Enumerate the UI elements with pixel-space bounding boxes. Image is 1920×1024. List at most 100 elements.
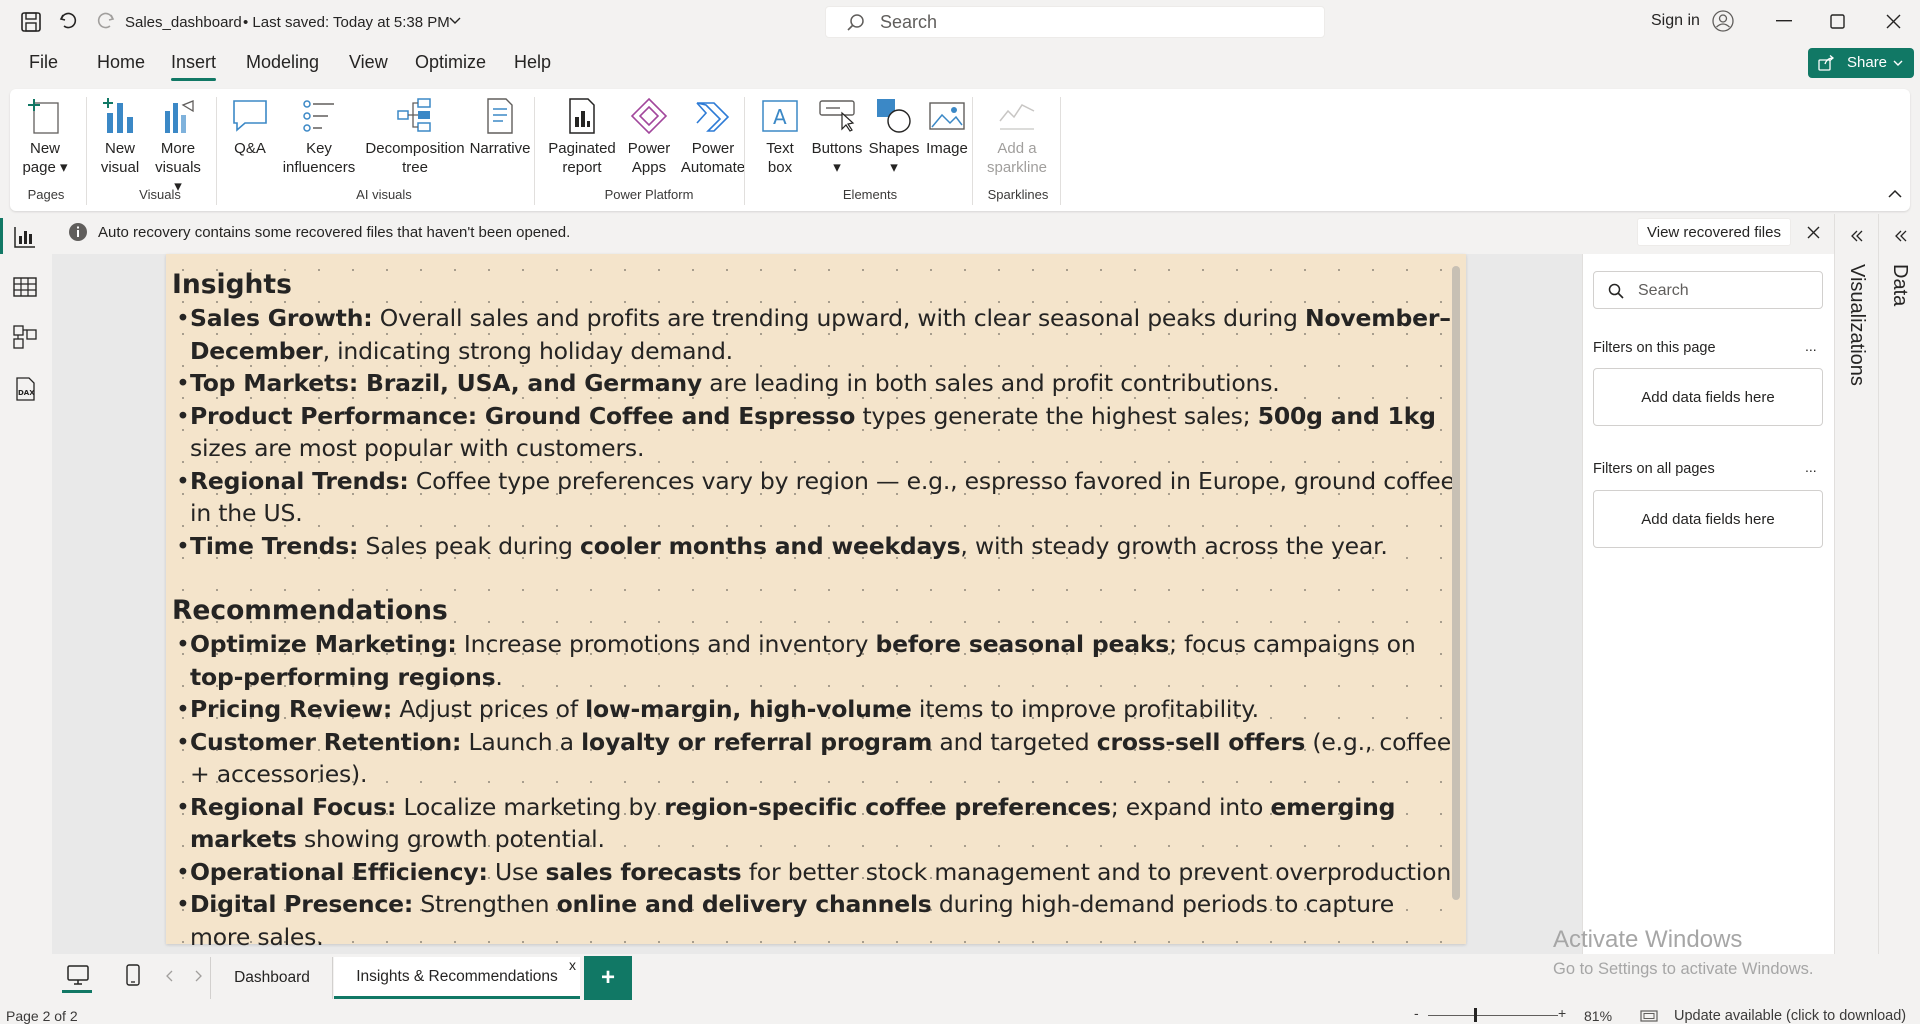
zoom-slider[interactable] [1428, 1015, 1558, 1016]
text-box-label-2: box [767, 159, 793, 176]
decomposition-tree-icon [397, 98, 431, 132]
recommendations-heading: Recommendations [172, 595, 448, 626]
paginated-report-label-2: report [562, 159, 602, 176]
tab-insert[interactable]: Insert [171, 52, 217, 81]
paginated-report-button[interactable]: Paginated report [544, 97, 620, 177]
text-box-button[interactable]: A Text box [758, 97, 802, 177]
sign-in-link[interactable]: Sign in [1651, 12, 1700, 30]
text-box-scrollbar[interactable] [1452, 266, 1460, 900]
list-item: Regional Focus: Localize marketing by re… [172, 791, 1460, 856]
expand-chevron-icon[interactable] [1895, 230, 1907, 242]
filters-search-input[interactable]: Search [1593, 271, 1823, 309]
narrative-button[interactable]: Narrative [460, 97, 540, 158]
share-icon [1818, 55, 1835, 71]
tab-divider [210, 957, 211, 999]
power-apps-button[interactable]: Power Apps [622, 97, 676, 177]
maximize-icon[interactable] [1830, 14, 1845, 29]
power-automate-icon [696, 102, 730, 132]
data-tab[interactable]: Data [1888, 264, 1911, 306]
page-tab-dashboard[interactable]: Dashboard [212, 957, 332, 999]
svg-text:A: A [773, 105, 787, 129]
tab-home[interactable]: Home [97, 52, 145, 73]
search-icon [1608, 283, 1624, 299]
close-icon[interactable] [1886, 14, 1901, 29]
collapse-ribbon-icon[interactable] [1888, 189, 1902, 199]
table-view-icon[interactable] [12, 274, 38, 300]
key-influencers-label-1: Key [306, 140, 332, 157]
save-icon[interactable] [20, 11, 42, 33]
update-available-link[interactable]: Update available (click to download) [1674, 1008, 1906, 1024]
desktop-layout-icon[interactable] [66, 964, 90, 986]
search-box[interactable]: Search [825, 6, 1325, 38]
shapes-button[interactable]: Shapes ▾ [866, 97, 922, 177]
model-view-icon[interactable] [12, 324, 38, 350]
qa-button[interactable]: Q&A [228, 97, 272, 158]
image-button[interactable]: Image [922, 97, 972, 158]
key-influencers-button[interactable]: Key influencers [278, 97, 360, 177]
search-placeholder: Search [880, 12, 938, 32]
buttons-icon [819, 100, 855, 132]
more-options-icon[interactable]: ... [1805, 338, 1817, 354]
power-automate-button[interactable]: Power Automate [676, 97, 750, 177]
new-page-button[interactable]: New page ▾ [20, 97, 70, 177]
more-visuals-button[interactable]: More visuals ▾ [150, 97, 206, 196]
data-pane-collapsed[interactable]: Data [1878, 214, 1920, 954]
qa-label: Q&A [234, 140, 266, 157]
decomposition-tree-button[interactable]: Decomposition tree [362, 97, 468, 177]
insights-content: Insights Sales Growth: Overall sales and… [172, 268, 1460, 953]
ribbon-separator [972, 97, 973, 205]
report-view-icon[interactable] [12, 224, 38, 250]
auto-recovery-notification: Auto recovery contains some recovered fi… [52, 218, 1872, 248]
add-sparkline-button[interactable]: Add a sparkline [984, 97, 1050, 177]
add-page-button[interactable]: + [584, 956, 632, 1000]
file-name[interactable]: Sales_dashboard [125, 14, 242, 31]
next-page-icon[interactable] [194, 970, 202, 982]
visualizations-pane-collapsed[interactable]: Visualizations [1834, 214, 1878, 954]
filters-this-page-dropzone[interactable]: Add data fields here [1593, 368, 1823, 426]
close-notification-icon[interactable] [1807, 226, 1820, 239]
user-avatar-icon[interactable] [1712, 10, 1734, 32]
previous-page-icon[interactable] [166, 970, 174, 982]
new-visual-button[interactable]: New visual [96, 97, 144, 177]
close-tab-icon[interactable]: x [569, 957, 576, 973]
zoom-in-button[interactable]: + [1558, 1005, 1566, 1021]
page-tab-insights[interactable]: Insights & Recommendations [334, 957, 580, 999]
chevron-down-icon[interactable] [449, 17, 461, 25]
share-button[interactable]: Share [1808, 48, 1914, 78]
more-options-icon[interactable]: ... [1805, 459, 1817, 475]
tab-view[interactable]: View [349, 52, 388, 73]
fit-to-page-icon[interactable] [1640, 1010, 1658, 1022]
tab-optimize[interactable]: Optimize [415, 52, 486, 73]
view-recovered-files-button[interactable]: View recovered files [1637, 218, 1791, 246]
zoom-out-button[interactable]: - [1414, 1005, 1419, 1021]
tab-modeling[interactable]: Modeling [246, 52, 319, 73]
buttons-button[interactable]: Buttons ▾ [806, 97, 868, 177]
undo-icon[interactable] [58, 11, 78, 31]
zoom-level[interactable]: 81% [1584, 1008, 1612, 1024]
tab-help[interactable]: Help [514, 52, 551, 73]
dax-query-view-icon[interactable]: DAX [12, 376, 38, 402]
ribbon: New page ▾ Pages New visual More visuals… [10, 89, 1910, 211]
insights-heading: Insights [172, 269, 292, 300]
expand-chevron-icon[interactable] [1851, 230, 1863, 242]
redo-icon[interactable] [96, 11, 116, 31]
chevron-down-icon: ▾ [890, 159, 898, 176]
list-item: Customer Retention: Launch a loyalty or … [172, 726, 1460, 791]
info-icon [69, 223, 87, 241]
filters-all-pages-dropzone[interactable]: Add data fields here [1593, 490, 1823, 548]
tab-divider [332, 957, 333, 999]
visualizations-tab[interactable]: Visualizations [1845, 264, 1868, 386]
power-automate-label-1: Power [691, 140, 735, 157]
list-item: Sales Growth: Overall sales and profits … [172, 302, 1460, 367]
minimize-icon[interactable] [1776, 20, 1792, 22]
insights-text-box[interactable]: Insights Sales Growth: Overall sales and… [166, 254, 1466, 951]
last-saved-text[interactable]: • Last saved: Today at 5:38 PM [243, 14, 450, 31]
zoom-slider-thumb[interactable] [1474, 1008, 1477, 1022]
shapes-label: Shapes [868, 140, 920, 157]
mobile-layout-icon[interactable] [124, 963, 142, 987]
group-ai-visuals: AI visuals [356, 187, 412, 202]
power-apps-icon [630, 97, 668, 135]
power-apps-label-2: Apps [631, 159, 667, 176]
group-sparklines: Sparklines [987, 187, 1049, 202]
tab-file[interactable]: File [29, 52, 58, 73]
